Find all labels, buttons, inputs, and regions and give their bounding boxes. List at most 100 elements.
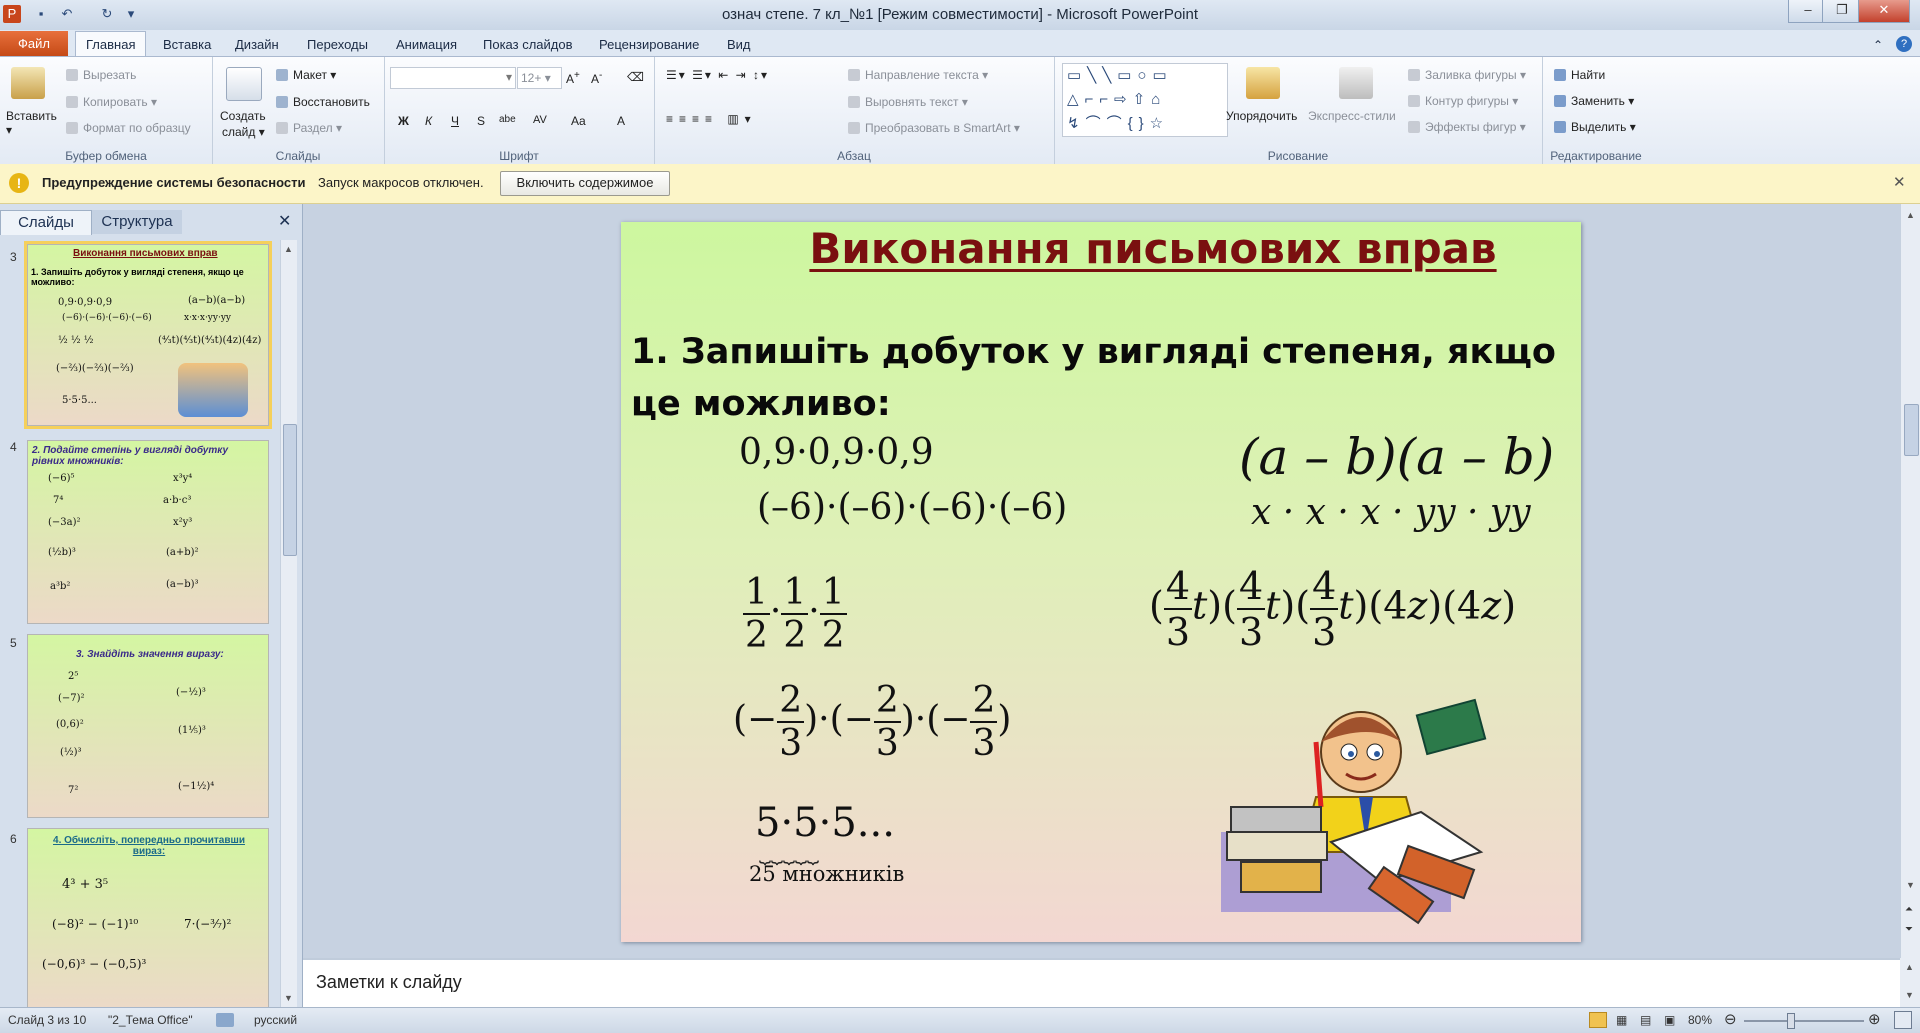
zoom-slider[interactable] xyxy=(1744,1020,1864,1022)
format-painter-button[interactable]: Формат по образцу xyxy=(66,121,191,135)
tab-file[interactable]: Файл xyxy=(0,31,68,56)
slide-thumbnail-5[interactable]: 3. Знайдіть значення виразу: 2⁵ (−7)² (−… xyxy=(27,634,269,818)
zoom-slider-thumb[interactable] xyxy=(1787,1013,1795,1029)
slide-thumbnail-4[interactable]: 2. Подайте степінь у вигляді добутку рів… xyxy=(27,440,269,624)
underline-button[interactable]: Ч xyxy=(451,114,459,128)
thumb-math: 7² xyxy=(68,785,79,796)
thumb-math: (−8)² − (−1)¹⁰ xyxy=(52,917,139,931)
ribbon-collapse-icon[interactable]: ⌃ xyxy=(1873,34,1883,56)
close-warning-icon[interactable]: ✕ xyxy=(1893,173,1906,191)
slide-task[interactable]: 1. Запишіть добуток у вигляді степеня, я… xyxy=(631,326,1571,430)
arrange-button[interactable]: Упорядочить xyxy=(1226,109,1297,123)
thumb-math: (−6)·(−6)·(−6)·(−6) xyxy=(62,313,152,323)
tab-design[interactable]: Дизайн xyxy=(235,34,279,56)
slide-title[interactable]: Виконання письмових вправ xyxy=(803,224,1503,273)
editor-scroll-thumb[interactable] xyxy=(1904,404,1919,456)
tab-review[interactable]: Рецензирование xyxy=(599,34,699,56)
new-slide-label-1[interactable]: Создать xyxy=(220,109,266,123)
fit-slide-icon[interactable] xyxy=(1894,1011,1912,1029)
bold-button[interactable]: Ж xyxy=(398,114,409,128)
normal-view-icon[interactable] xyxy=(1589,1012,1607,1028)
theme-name[interactable]: "2_Тема Office" xyxy=(108,1013,193,1027)
new-slide-label-2[interactable]: слайд ▾ xyxy=(222,125,265,139)
enable-content-button[interactable]: Включить содержимое xyxy=(500,171,670,196)
spellcheck-icon[interactable] xyxy=(216,1013,234,1027)
clear-format-icon[interactable]: ⌫ xyxy=(627,70,644,84)
grow-font-icon[interactable]: A+ xyxy=(566,70,580,86)
shape-outline-button[interactable]: Контур фигуры ▾ xyxy=(1408,94,1518,108)
close-pane-icon[interactable]: ✕ xyxy=(278,210,291,234)
replace-button[interactable]: Заменить ▾ xyxy=(1554,94,1634,108)
maximize-button[interactable]: ❐ xyxy=(1822,0,1862,23)
replace-label: Заменить xyxy=(1571,94,1625,108)
reset-button[interactable]: Восстановить xyxy=(276,95,370,109)
smartart-button[interactable]: Преобразовать в SmartArt ▾ xyxy=(848,121,1020,135)
shapes-gallery[interactable]: ▭╲╲▭○▭ △⌐⌐⇨⇧⌂ ↯⌒⌒{}☆ xyxy=(1062,63,1228,137)
tab-transitions[interactable]: Переходы xyxy=(307,34,368,56)
expr-two-thirds: (− 2 3)·(− 2 3)·(− 2 3) xyxy=(733,680,1012,764)
shadow-button[interactable]: abe xyxy=(499,114,516,125)
help-icon[interactable]: ? xyxy=(1896,36,1912,52)
tab-slideshow[interactable]: Показ слайдов xyxy=(483,34,573,56)
language[interactable]: русский xyxy=(254,1013,297,1027)
thumb-math: x·x·x·yy·yy xyxy=(184,313,232,323)
editor-scrollbar[interactable]: ▲ ▼ ⏶ ⏷ xyxy=(1900,204,1920,958)
text-direction-button[interactable]: Направление текста ▾ xyxy=(848,68,988,82)
layout-label: Макет xyxy=(293,68,327,82)
paste-button[interactable]: Вставить xyxy=(6,109,57,123)
font-name-input[interactable]: ▾ xyxy=(390,67,516,89)
zoom-level[interactable]: 80% xyxy=(1688,1013,1712,1027)
copy-button[interactable]: Копировать ▾ xyxy=(66,95,157,109)
shape-fill-button[interactable]: Заливка фигуры ▾ xyxy=(1408,68,1526,82)
thumb-number: 5 xyxy=(10,636,17,650)
shape-fill-label: Заливка фигуры xyxy=(1425,68,1517,82)
tab-slides[interactable]: Слайды xyxy=(0,210,92,235)
tab-outline[interactable]: Структура xyxy=(92,210,182,234)
find-button[interactable]: Найти xyxy=(1554,68,1605,82)
current-slide[interactable]: Виконання письмових вправ 1. Запишіть до… xyxy=(621,222,1581,942)
thumb-math: x³y⁴ xyxy=(173,473,193,484)
text-direction-label: Направление текста xyxy=(865,68,979,82)
shrink-font-icon[interactable]: A- xyxy=(591,70,602,86)
expr-halves: 1 2 · 1 2 · 1 2 xyxy=(743,572,847,656)
tab-animation[interactable]: Анимация xyxy=(396,34,457,56)
select-button[interactable]: Выделить ▾ xyxy=(1554,120,1636,134)
notes-placeholder[interactable]: Заметки к слайду xyxy=(316,972,462,993)
cut-button[interactable]: Вырезать xyxy=(66,68,136,82)
reading-view-icon[interactable]: ▤ xyxy=(1640,1013,1651,1027)
italic-button[interactable]: К xyxy=(425,114,432,128)
paragraph-group: ☰▾ ☰▾ ⇤ ⇥ ↕▾ ≡≡≡≡ ▥▾ Направление текста … xyxy=(654,57,1055,165)
section-button[interactable]: Раздел ▾ xyxy=(276,121,342,135)
align-icons[interactable]: ≡≡≡≡ ▥▾ xyxy=(666,112,757,126)
font-color-button[interactable]: A xyxy=(617,114,625,128)
slideshow-icon[interactable]: ▣ xyxy=(1664,1013,1675,1027)
quick-styles-button[interactable]: Экспресс-стили xyxy=(1308,109,1396,123)
close-button[interactable]: ✕ xyxy=(1858,0,1910,23)
thumb-math: (a−b)³ xyxy=(166,579,199,590)
strike-button[interactable]: S xyxy=(477,114,485,128)
notes-scrollbar[interactable]: ▲ ▼ xyxy=(1900,958,1920,1007)
previous-slide-icon[interactable]: ⏶ xyxy=(1905,904,1913,915)
tab-view[interactable]: Вид xyxy=(727,34,751,56)
shape-effects-button[interactable]: Эффекты фигур ▾ xyxy=(1408,120,1526,134)
font-size-input[interactable]: 12+ ▾ xyxy=(517,67,562,89)
slide-thumbnail-6[interactable]: 4. Обчисліть, попередньо прочитавши вира… xyxy=(27,828,269,1010)
pane-scrollbar[interactable]: ▲ ▼ xyxy=(280,240,297,1007)
thumb-math: (½)³ xyxy=(60,747,82,758)
window-title: означ степе. 7 кл_№1 [Режим совместимост… xyxy=(721,6,1199,23)
zoom-in-icon[interactable]: ⊕ xyxy=(1868,1010,1881,1028)
tab-insert[interactable]: Вставка xyxy=(163,34,211,56)
change-case-button[interactable]: Aa xyxy=(571,114,586,128)
tab-home[interactable]: Главная xyxy=(75,31,147,57)
pane-scroll-thumb[interactable] xyxy=(283,424,297,556)
align-text-label: Выровнять текст xyxy=(865,95,959,109)
slide-thumbnail-3[interactable]: Виконання письмових вправ 1. Запишіть до… xyxy=(27,244,269,426)
align-text-button[interactable]: Выровнять текст ▾ xyxy=(848,95,968,109)
next-slide-icon[interactable]: ⏷ xyxy=(1905,924,1913,935)
notes-pane[interactable]: Заметки к слайду xyxy=(303,958,1900,1009)
layout-button[interactable]: Макет ▾ xyxy=(276,68,336,82)
bullets-icon[interactable]: ☰▾ ☰▾ ⇤ ⇥ ↕▾ xyxy=(666,68,769,82)
zoom-out-icon[interactable]: ⊖ xyxy=(1724,1010,1737,1028)
slide-sorter-icon[interactable]: ▦ xyxy=(1616,1013,1627,1027)
char-spacing-button[interactable]: AV xyxy=(533,114,547,126)
